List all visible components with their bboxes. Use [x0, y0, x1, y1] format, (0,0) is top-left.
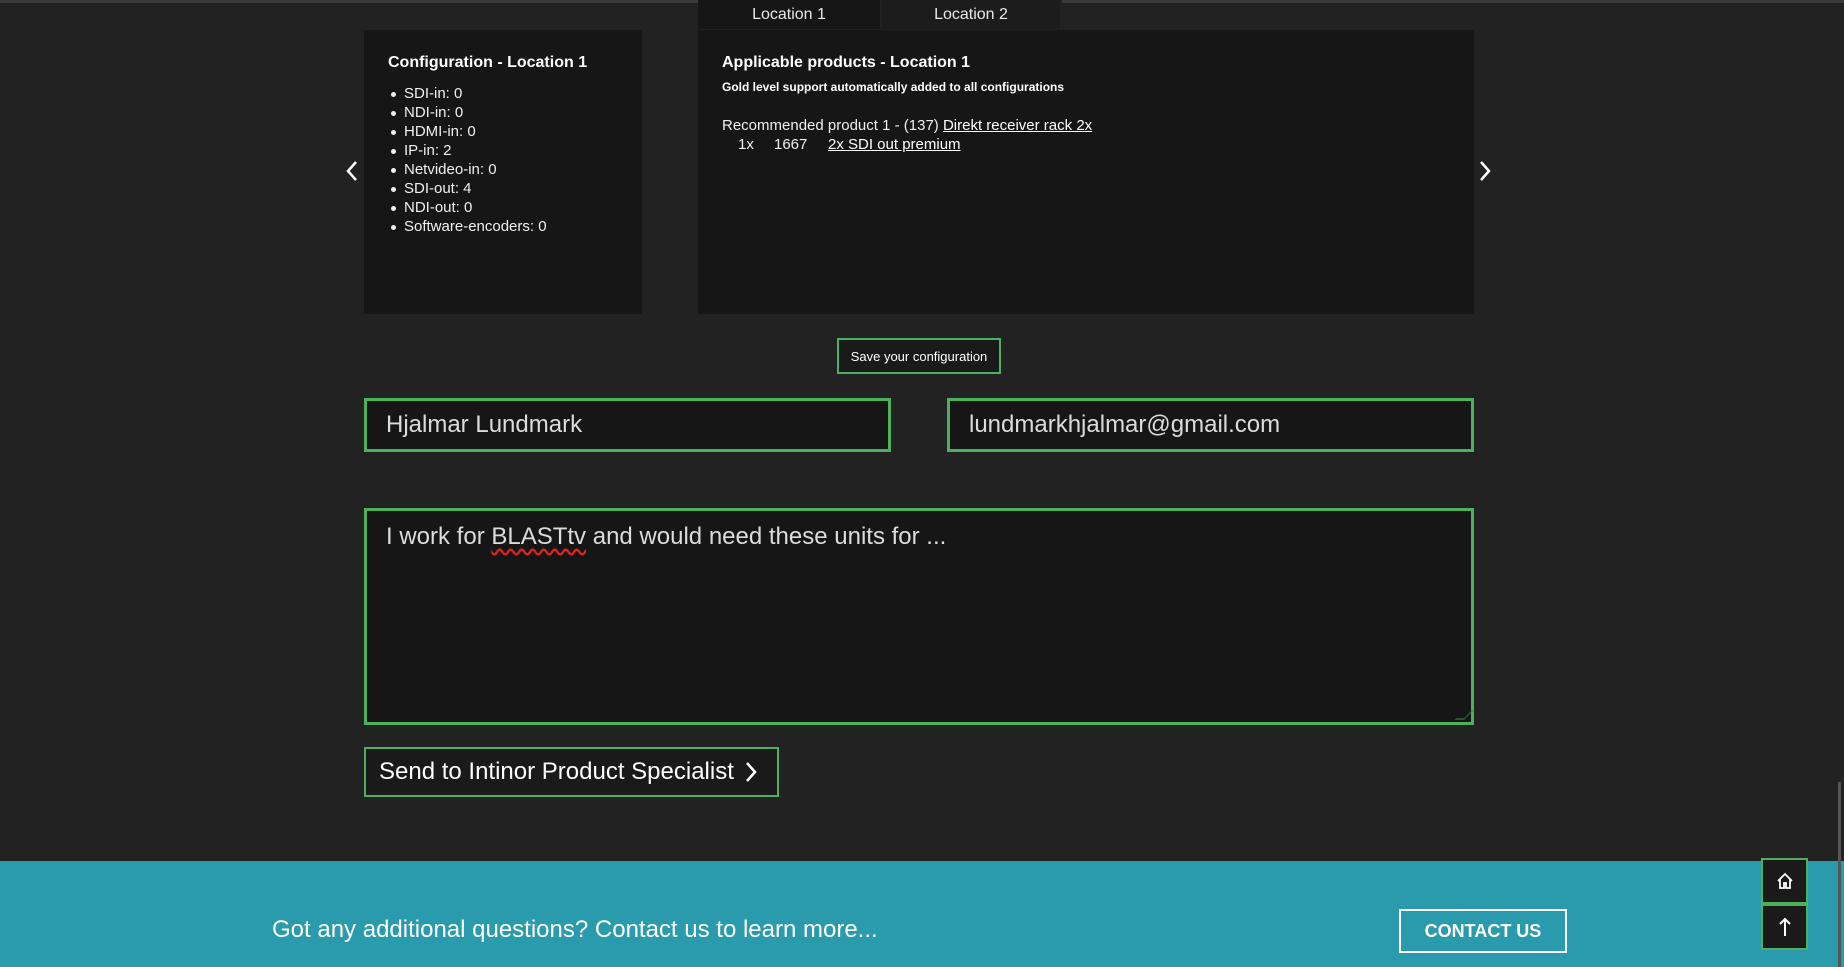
- message-textarea[interactable]: I work for BLASTtv and would need these …: [364, 508, 1474, 725]
- applicable-products-panel: Applicable products - Location 1 Gold le…: [698, 30, 1474, 314]
- tab-location-1[interactable]: Location 1: [698, 0, 882, 29]
- gold-support-note: Gold level support automatically added t…: [722, 80, 1065, 94]
- scroll-to-top-button[interactable]: [1761, 904, 1808, 950]
- home-button[interactable]: [1761, 858, 1808, 904]
- products-title: Applicable products - Location 1: [722, 54, 971, 71]
- sub-product-code: 1667: [774, 136, 808, 153]
- message-part: I work for: [386, 523, 492, 550]
- carousel-next-button[interactable]: [1473, 155, 1497, 187]
- recommended-product-prefix: Recommended product 1 - (137): [722, 117, 939, 134]
- chevron-right-icon: [745, 762, 757, 782]
- carousel-prev-button[interactable]: [340, 155, 364, 187]
- message-text: I work for BLASTtv and would need these …: [386, 523, 946, 551]
- chevron-right-icon: [1480, 161, 1491, 181]
- email-field[interactable]: lundmarkhjalmar@gmail.com: [947, 398, 1474, 452]
- config-item-ndi-out: NDI-out: 0: [388, 198, 618, 217]
- config-item-ndi-in: NDI-in: 0: [388, 103, 618, 122]
- config-item-sdi-in: SDI-in: 0: [388, 84, 618, 103]
- sub-product-link[interactable]: 2x SDI out premium: [828, 135, 961, 154]
- configuration-list: SDI-in: 0 NDI-in: 0 HDMI-in: 0 IP-in: 2 …: [388, 84, 618, 236]
- contact-us-button[interactable]: CONTACT US: [1399, 909, 1567, 953]
- config-item-netvideo-in: Netvideo-in: 0: [388, 160, 618, 179]
- name-field[interactable]: Hjalmar Lundmark: [364, 398, 891, 452]
- tab-location-2[interactable]: Location 2: [882, 0, 1062, 29]
- page-scrollbar[interactable]: [1838, 782, 1841, 967]
- config-item-sdi-out: SDI-out: 4: [388, 179, 618, 198]
- resize-handle-icon[interactable]: [1454, 710, 1474, 720]
- chevron-left-icon: [346, 161, 357, 181]
- recommended-product-line: Recommended product 1 - (137) Direkt rec…: [722, 116, 1450, 135]
- save-configuration-button[interactable]: Save your configuration: [837, 338, 1001, 374]
- configuration-title: Configuration - Location 1: [388, 54, 588, 71]
- home-icon: [1776, 872, 1793, 889]
- page: Location 1 Location 2 Configuration - Lo…: [0, 0, 1844, 967]
- send-to-specialist-button[interactable]: Send to Intinor Product Specialist: [364, 747, 779, 797]
- config-item-hdmi-in: HDMI-in: 0: [388, 122, 618, 141]
- message-part: and would need these units for ...: [586, 523, 947, 550]
- configuration-panel: Configuration - Location 1 SDI-in: 0 NDI…: [364, 30, 642, 314]
- send-button-label: Send to Intinor Product Specialist: [379, 758, 734, 785]
- sub-product-line: 1x 1667 2x SDI out premium: [722, 135, 1450, 154]
- misspelled-word: BLASTtv: [491, 523, 587, 550]
- footer-banner: [0, 861, 1844, 967]
- recommended-product-link[interactable]: Direkt receiver rack 2x: [943, 117, 1092, 134]
- config-item-ip-in: IP-in: 2: [388, 141, 618, 160]
- config-item-software-encoders: Software-encoders: 0: [388, 217, 618, 236]
- arrow-up-icon: [1778, 917, 1791, 936]
- footer-question-text: Got any additional questions? Contact us…: [272, 916, 878, 943]
- sub-product-qty: 1x: [738, 136, 754, 153]
